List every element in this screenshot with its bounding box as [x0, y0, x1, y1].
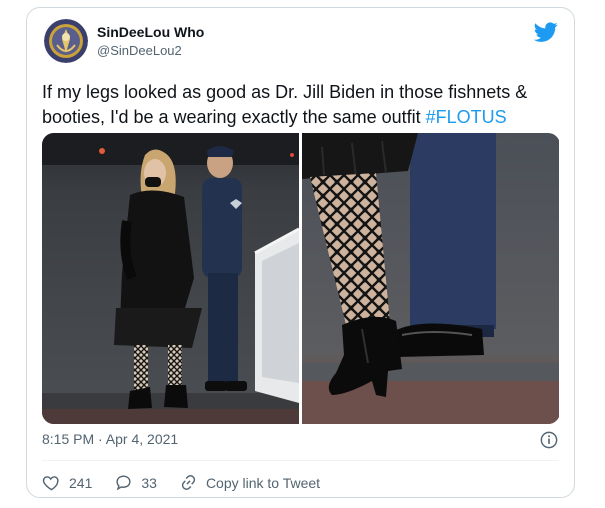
reply-button[interactable]: 33 — [114, 473, 157, 492]
copy-link-label: Copy link to Tweet — [205, 474, 321, 491]
tweet-text: If my legs looked as good as Dr. Jill Bi… — [42, 80, 562, 130]
link-icon — [181, 475, 196, 490]
like-button[interactable]: 241 — [42, 473, 92, 492]
twitter-bird-icon[interactable] — [534, 20, 558, 44]
user-handle[interactable]: @SinDeeLou2 — [97, 43, 182, 58]
divider — [42, 460, 559, 461]
photo-grid — [42, 133, 560, 424]
avatar[interactable] — [44, 19, 88, 63]
reply-count: 33 — [141, 474, 157, 491]
display-name[interactable]: SinDeeLou Who — [97, 24, 204, 40]
like-count: 241 — [69, 474, 93, 491]
hashtag-link[interactable]: #FLOTUS — [426, 107, 507, 127]
action-bar: 241 33 Copy link to Tweet — [42, 473, 342, 492]
tweet-card: SinDeeLou Who @SinDeeLou2 If my legs loo… — [26, 7, 575, 498]
reply-icon — [116, 475, 131, 491]
avatar-image — [44, 19, 88, 63]
heart-icon — [42, 476, 59, 491]
copy-link-button[interactable]: Copy link to Tweet — [179, 473, 320, 492]
info-icon[interactable] — [540, 431, 558, 449]
photo-1[interactable] — [42, 133, 299, 424]
tweet-timestamp[interactable]: 8:15 PM · Apr 4, 2021 — [42, 431, 178, 447]
photo-2[interactable] — [302, 133, 559, 424]
